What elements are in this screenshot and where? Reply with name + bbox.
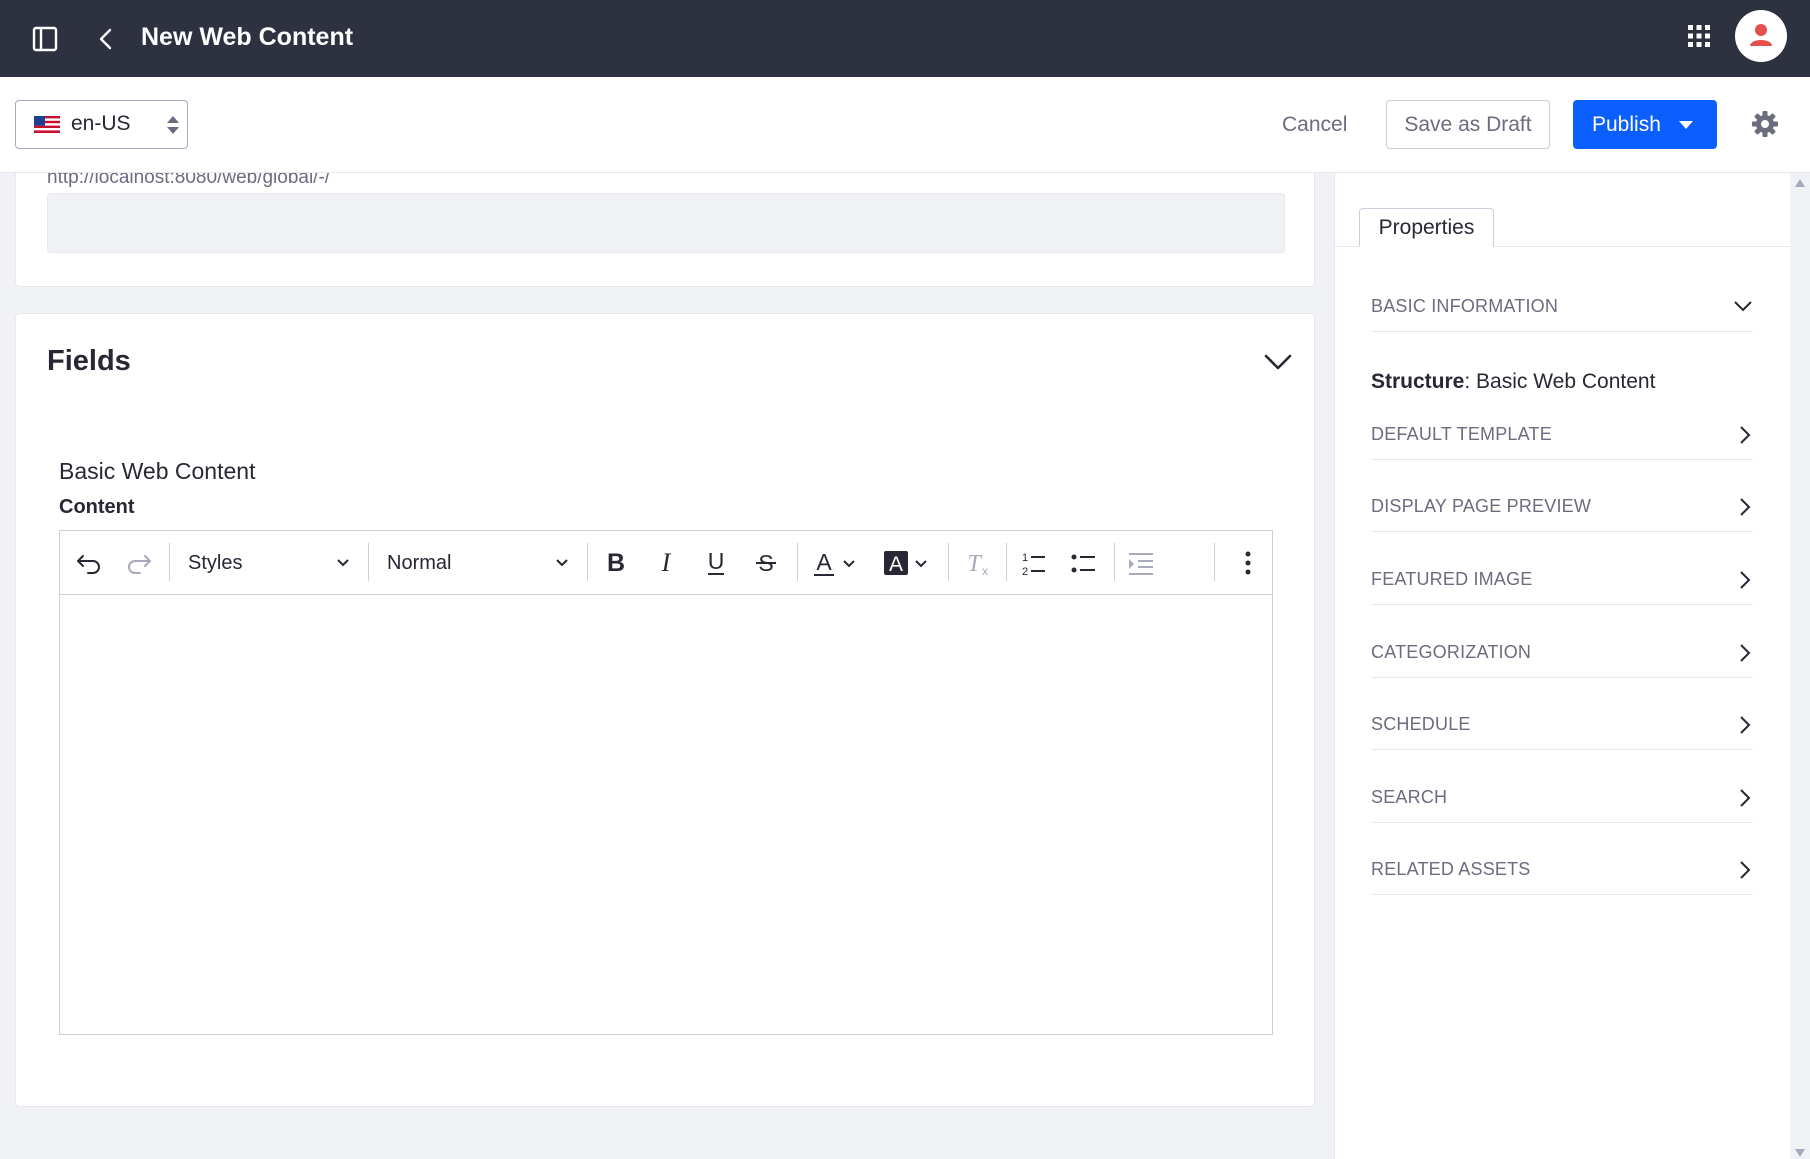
svg-text:2: 2 <box>1022 566 1028 578</box>
section-featured-image[interactable]: FEATURED IMAGE <box>1371 557 1753 605</box>
publish-button[interactable]: Publish <box>1573 100 1717 149</box>
friendly-url-card: http://localhost:8080/web/global/-/ <box>15 173 1315 287</box>
format-label: Normal <box>387 552 452 574</box>
properties-sidebar: Properties BASIC INFORMATION Structure: … <box>1334 173 1791 1159</box>
chevron-right-icon <box>1737 715 1753 735</box>
chevron-right-icon <box>1737 570 1753 590</box>
section-label: CATEGORIZATION <box>1371 642 1532 662</box>
svg-text:I: I <box>661 548 672 577</box>
scroll-up-arrow-icon[interactable] <box>1794 178 1806 188</box>
editor-toolbar: Styles Normal B I U S A A T x 1 2 <box>60 531 1272 595</box>
section-categorization[interactable]: CATEGORIZATION <box>1371 630 1753 678</box>
caret-down-icon <box>1677 119 1695 131</box>
styles-label: Styles <box>188 552 243 574</box>
chevron-right-icon <box>1737 643 1753 663</box>
svg-text:A: A <box>816 549 832 575</box>
toolbar-separator <box>169 543 170 581</box>
toolbar-separator <box>368 543 369 581</box>
toolbar-separator <box>797 543 798 581</box>
remove-format-icon[interactable]: Tx <box>962 548 992 578</box>
section-display-page-preview[interactable]: DISPLAY PAGE PREVIEW <box>1371 484 1753 532</box>
management-toolbar: en-US Cancel Save as Draft Publish <box>0 77 1810 173</box>
user-icon <box>1750 24 1772 46</box>
cancel-button[interactable]: Cancel <box>1270 100 1359 149</box>
toolbar-separator <box>948 543 949 581</box>
rich-text-editor: Styles Normal B I U S A A T x 1 2 <box>59 530 1273 1035</box>
structure-value: : Basic Web Content <box>1464 370 1656 393</box>
basic-information-header[interactable]: BASIC INFORMATION <box>1371 284 1753 332</box>
apps-grid-icon[interactable] <box>1686 23 1712 49</box>
chevron-down-icon <box>336 558 350 568</box>
section-default-template[interactable]: DEFAULT TEMPLATE <box>1371 412 1753 460</box>
chevron-down-icon[interactable] <box>1263 352 1293 372</box>
gear-icon[interactable] <box>1751 110 1779 138</box>
section-label: DEFAULT TEMPLATE <box>1371 424 1552 444</box>
bulleted-list-icon[interactable] <box>1068 548 1098 578</box>
chevron-right-icon <box>1737 788 1753 808</box>
sidebar-toggle-icon[interactable] <box>30 24 60 54</box>
underline-icon[interactable]: U <box>701 548 731 578</box>
italic-icon[interactable]: I <box>651 548 681 578</box>
section-label: FEATURED IMAGE <box>1371 569 1533 589</box>
user-avatar[interactable] <box>1735 10 1787 62</box>
structure-info: Structure: Basic Web Content <box>1371 370 1655 394</box>
scrollbar[interactable] <box>1790 173 1810 1159</box>
fields-panel: Fields Basic Web Content Content Styles <box>15 313 1315 1107</box>
toolbar-separator <box>1214 543 1215 581</box>
svg-text:A: A <box>889 553 903 576</box>
back-arrow-icon[interactable] <box>94 24 118 54</box>
toolbar-separator <box>587 543 588 581</box>
chevron-down-icon <box>555 558 569 568</box>
redo-icon[interactable] <box>124 548 154 578</box>
page-title: New Web Content <box>141 23 354 51</box>
us-flag-icon <box>34 116 60 133</box>
language-selector[interactable]: en-US <box>15 100 188 149</box>
save-draft-button[interactable]: Save as Draft <box>1386 100 1550 149</box>
url-prefix: http://localhost:8080/web/global/-/ <box>47 173 331 188</box>
section-related-assets[interactable]: RELATED ASSETS <box>1371 847 1753 895</box>
styles-dropdown[interactable]: Styles <box>188 545 358 581</box>
chevron-down-icon <box>1733 299 1753 319</box>
svg-text:1: 1 <box>1022 552 1028 564</box>
indent-icon[interactable] <box>1126 548 1156 578</box>
section-search[interactable]: SEARCH <box>1371 775 1753 823</box>
content-label: Content <box>59 496 135 518</box>
toolbar-separator <box>1006 543 1007 581</box>
friendly-url-input[interactable] <box>47 193 1285 253</box>
section-label: DISPLAY PAGE PREVIEW <box>1371 496 1592 516</box>
text-color-icon[interactable]: A <box>810 548 860 578</box>
fields-title: Fields <box>47 345 131 377</box>
section-label: RELATED ASSETS <box>1371 859 1531 879</box>
toolbar-separator <box>1114 543 1115 581</box>
more-options-icon[interactable] <box>1233 548 1263 578</box>
section-label: SCHEDULE <box>1371 714 1471 734</box>
structure-key: Structure <box>1371 370 1465 393</box>
tab-properties[interactable]: Properties <box>1359 208 1494 247</box>
basic-information-label: BASIC INFORMATION <box>1371 296 1559 316</box>
editor-content-area[interactable] <box>60 596 1272 1034</box>
chevron-right-icon <box>1737 425 1753 445</box>
undo-icon[interactable] <box>74 548 104 578</box>
strikethrough-icon[interactable]: S <box>751 548 781 578</box>
section-schedule[interactable]: SCHEDULE <box>1371 702 1753 750</box>
svg-text:x: x <box>982 564 988 578</box>
format-dropdown[interactable]: Normal <box>387 545 577 581</box>
top-navigation-bar: New Web Content <box>0 0 1810 77</box>
chevron-right-icon <box>1737 860 1753 880</box>
language-label: en-US <box>71 112 131 135</box>
section-label: SEARCH <box>1371 787 1448 807</box>
svg-text:U: U <box>708 548 725 574</box>
scroll-down-arrow-icon[interactable] <box>1794 1148 1806 1158</box>
structure-name: Basic Web Content <box>59 458 256 484</box>
publish-label: Publish <box>1592 112 1661 136</box>
bold-icon[interactable]: B <box>601 548 631 578</box>
sort-caret-icon <box>166 114 180 136</box>
background-color-icon[interactable]: A <box>882 548 932 578</box>
chevron-right-icon <box>1737 497 1753 517</box>
numbered-list-icon[interactable]: 12 <box>1018 548 1048 578</box>
svg-text:T: T <box>967 551 982 577</box>
svg-text:B: B <box>607 549 625 577</box>
main-content: http://localhost:8080/web/global/-/ Fiel… <box>0 173 1334 1159</box>
